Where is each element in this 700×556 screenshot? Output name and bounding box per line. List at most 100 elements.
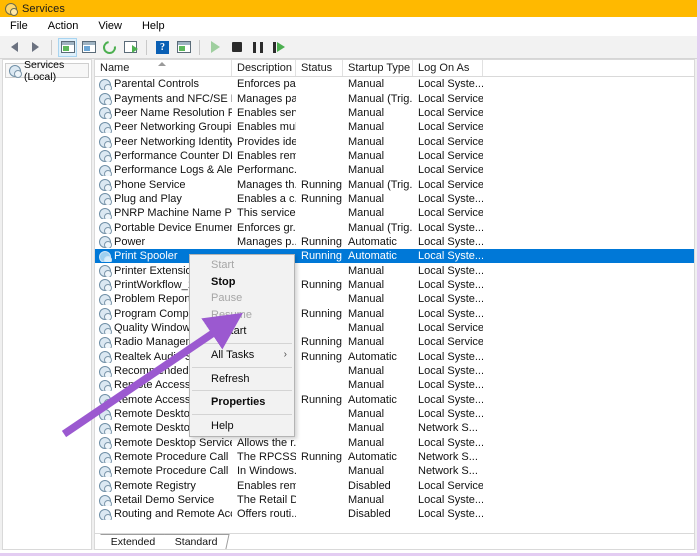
cell-logon: Local Syste...: [418, 278, 483, 291]
cell-startup: Manual: [348, 422, 385, 435]
stop-service-button[interactable]: [227, 38, 246, 57]
tab-standard[interactable]: Standard: [161, 534, 230, 549]
cell-name: Remote Procedure Call (RP...: [95, 465, 232, 478]
service-name-label: Portable Device Enumerator...: [114, 221, 232, 234]
table-row[interactable]: Routing and Remote Access Offers routi...…: [95, 507, 694, 521]
forward-button[interactable]: [26, 38, 45, 57]
context-menu-separator: [192, 390, 292, 392]
column-header-description[interactable]: Description: [232, 60, 296, 76]
export-list-button[interactable]: [121, 38, 140, 57]
context-menu-item-label: Pause: [211, 292, 243, 305]
table-row[interactable]: Remote Desktop Services U... Allows the r…: [95, 436, 694, 450]
restart-service-button[interactable]: [269, 38, 288, 57]
properties-button[interactable]: [79, 38, 98, 57]
table-row[interactable]: Phone Service Manages th... Running Manual …: [95, 177, 694, 191]
table-row[interactable]: Program Compa Running Manual Local Syste...: [95, 307, 694, 321]
services-gear-icon: [99, 279, 112, 291]
menu-item-action[interactable]: Action: [46, 19, 81, 33]
table-row[interactable]: Performance Counter DLL ... Enables rem..…: [95, 149, 694, 163]
column-header-name[interactable]: Name: [95, 60, 232, 76]
table-row[interactable]: Peer Networking Grouping Enables mul... Ma…: [95, 120, 694, 134]
show-action-pane-icon: [176, 41, 191, 53]
cell-name: Parental Controls: [95, 78, 232, 91]
context-menu-item-stop[interactable]: Stop: [190, 274, 294, 291]
show-hide-console-tree-icon: [60, 41, 75, 53]
help-button[interactable]: ?: [153, 38, 172, 57]
refresh-button[interactable]: [100, 37, 119, 57]
table-row[interactable]: Remote Desktop ServicesAllows user...Man…: [95, 421, 694, 435]
table-row[interactable]: Remote Desktop Manual Local Syste...: [95, 407, 694, 421]
services-list[interactable]: Parental Controls Enforces pa... Manual Loc…: [95, 77, 694, 533]
services-gear-icon: [99, 465, 112, 478]
cell-description: The Retail D...: [237, 494, 296, 507]
table-row[interactable]: Realtek Audio Se Running Automatic Local Sy…: [95, 350, 694, 364]
table-row[interactable]: Remote Access A Manual Local Syste...: [95, 378, 694, 392]
table-row[interactable]: Remote Access C Running Automatic Local Sys…: [95, 393, 694, 407]
show-hide-console-tree-button[interactable]: [58, 37, 77, 57]
cell-description: This service ...: [237, 207, 296, 220]
cell-startup: Manual: [348, 307, 385, 320]
cell-startup: Manual: [348, 164, 385, 177]
cell-logon: Network S...: [418, 465, 478, 478]
back-button[interactable]: [5, 38, 24, 57]
cell-status: Running: [301, 278, 342, 291]
table-row[interactable]: Power Manages p... Running Automatic Local S…: [95, 235, 694, 249]
table-row[interactable]: Parental Controls Enforces pa... Manual Loc…: [95, 77, 694, 91]
table-row[interactable]: Print Spooler Running Automatic Local Syste…: [95, 249, 694, 264]
cell-name: PNRP Machine Name Publi...: [95, 207, 232, 220]
service-name-label: Remote Procedure Call (RPC): [114, 451, 232, 464]
services-gear-icon: [9, 65, 22, 78]
table-row[interactable]: Recommended T Manual Local Syste...: [95, 364, 694, 378]
cell-startup: Automatic: [348, 235, 397, 248]
table-row[interactable]: Performance Logs & Alerts Performanc... Ma…: [95, 163, 694, 177]
cell-logon: Local Syste...: [418, 408, 483, 421]
table-row[interactable]: Plug and Play Enables a c... Running Manual…: [95, 192, 694, 206]
context-menu-item-restart[interactable]: Restart: [190, 323, 294, 340]
service-name-label: Payments and NFC/SE Man...: [114, 92, 232, 105]
service-context-menu[interactable]: Start Stop Pause Resume Restart All Tasks › Ref…: [189, 254, 295, 438]
column-header-startup-type[interactable]: Startup Type: [343, 60, 413, 76]
column-header-status[interactable]: Status: [296, 60, 343, 76]
table-row[interactable]: Problem Reports Manual Local Syste...: [95, 292, 694, 306]
service-name-label: Performance Logs & Alerts: [114, 164, 232, 177]
stop-service-icon: [231, 42, 242, 52]
cell-name: Peer Name Resolution Prot...: [95, 107, 232, 119]
cell-startup: Manual: [348, 192, 385, 205]
table-row[interactable]: Payments and NFC/SE Man... Manages pa... M…: [95, 91, 694, 105]
menu-item-help[interactable]: Help: [140, 19, 167, 33]
cell-status: Running: [301, 350, 342, 363]
table-row[interactable]: Quality Window Manual Local Service: [95, 321, 694, 335]
view-tabs: Extended Standard: [95, 533, 694, 549]
table-row[interactable]: Portable Device Enumerator... Enforces gr…: [95, 220, 694, 234]
context-menu-item-help[interactable]: Help: [190, 418, 294, 435]
table-row[interactable]: Peer Networking Identity M... Provides id…: [95, 134, 694, 148]
tab-extended[interactable]: Extended: [97, 534, 167, 549]
menu-item-view[interactable]: View: [96, 19, 124, 33]
show-action-pane-button[interactable]: [174, 38, 193, 57]
column-header-log-on-as[interactable]: Log On As: [413, 60, 483, 76]
table-row[interactable]: Retail Demo Service The Retail D... Manual…: [95, 493, 694, 507]
table-row[interactable]: Remote Procedure Call (RPC) The RPCSS s..…: [95, 450, 694, 464]
start-service-button[interactable]: [206, 38, 225, 57]
context-menu-item-label: Restart: [211, 325, 247, 338]
table-row[interactable]: PNRP Machine Name Publi... This service .…: [95, 206, 694, 220]
table-row[interactable]: Radio Managem Running Manual Local Service: [95, 335, 694, 349]
context-menu-item-refresh[interactable]: Refresh: [190, 371, 294, 388]
table-row[interactable]: Printer Extension Manual Local Syste...: [95, 263, 694, 277]
cell-startup: Manual: [348, 494, 385, 507]
cell-logon: Local Service: [418, 135, 483, 148]
service-name-label: Recommended T: [114, 365, 199, 378]
cell-name: Routing and Remote Access: [95, 508, 232, 521]
context-menu-item-properties[interactable]: Properties: [190, 394, 294, 411]
cell-startup: Manual (Trig...: [348, 92, 413, 105]
properties-icon: [81, 41, 96, 53]
menu-item-file[interactable]: File: [8, 19, 30, 33]
tree-node-services-local[interactable]: Services (Local): [5, 59, 89, 83]
cell-logon: Local Service: [418, 92, 483, 105]
table-row[interactable]: Peer Name Resolution Prot... Enables serv…: [95, 106, 694, 120]
context-menu-item-all-tasks[interactable]: All Tasks ›: [190, 347, 294, 364]
table-row[interactable]: Remote Procedure Call (RP... In Windows..…: [95, 464, 694, 478]
pause-service-button[interactable]: [248, 38, 267, 57]
table-row[interactable]: PrintWorkflow_1 Running Manual Local Syste.…: [95, 278, 694, 292]
table-row[interactable]: Remote Registry Enables rem... Disabled Loc…: [95, 479, 694, 493]
